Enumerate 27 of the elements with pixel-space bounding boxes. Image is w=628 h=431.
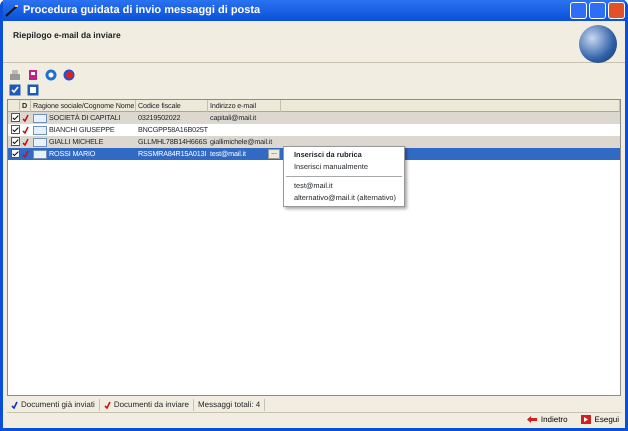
check-all-icon[interactable] bbox=[9, 84, 21, 96]
folder-icon bbox=[33, 149, 47, 159]
section-title: Riepilogo e-mail da inviare bbox=[13, 29, 121, 42]
back-button[interactable]: Indietro bbox=[524, 414, 570, 426]
window-title: Procedura guidata di invio messaggi di posta bbox=[23, 3, 260, 18]
run-button[interactable]: Esegui bbox=[578, 414, 621, 426]
help-icon[interactable] bbox=[45, 69, 57, 81]
checkbox[interactable] bbox=[11, 137, 20, 146]
run-icon bbox=[580, 414, 592, 425]
maximize-button[interactable] bbox=[589, 2, 606, 19]
globe-icon bbox=[579, 25, 617, 63]
checkbox[interactable] bbox=[11, 113, 20, 122]
folder-icon bbox=[33, 125, 47, 135]
app-icon bbox=[5, 4, 19, 18]
checkbox[interactable] bbox=[11, 149, 20, 158]
folder-icon bbox=[33, 137, 47, 147]
close-button[interactable] bbox=[608, 2, 625, 19]
legend-label: Documenti già inviati bbox=[21, 399, 95, 411]
uncheck-all-icon[interactable] bbox=[27, 84, 39, 96]
stop-icon[interactable] bbox=[63, 69, 75, 81]
message-count: Messaggi totali: 4 bbox=[194, 399, 266, 411]
legend-label: Documenti da inviare bbox=[114, 399, 189, 411]
book-icon[interactable] bbox=[27, 69, 39, 81]
folder-icon bbox=[33, 113, 47, 123]
back-arrow-icon bbox=[526, 415, 538, 424]
minimize-button[interactable] bbox=[570, 2, 587, 19]
checkbox[interactable] bbox=[11, 125, 20, 134]
